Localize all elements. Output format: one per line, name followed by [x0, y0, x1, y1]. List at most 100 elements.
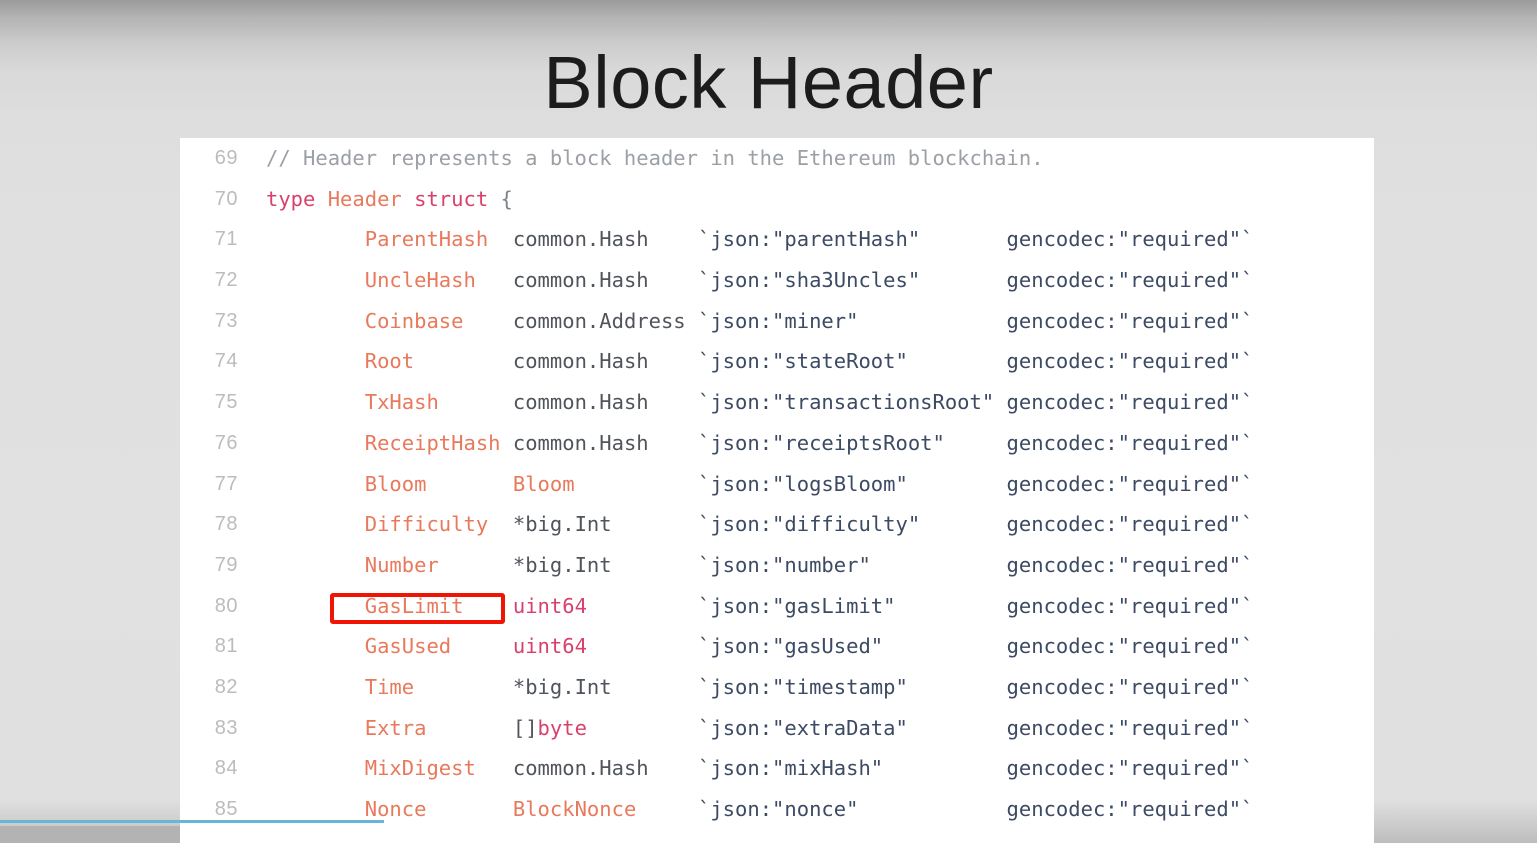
- code-line-text: ReceiptHash common.Hash `json:"receiptsR…: [266, 423, 1254, 464]
- code-token: `json:"transactionsRoot" gencodec:"requi…: [698, 390, 1254, 415]
- code-token: `json:"extraData" gencodec:"required"`: [698, 715, 1254, 740]
- code-block-panel: 69 // Header represents a block header in…: [180, 138, 1374, 843]
- code-line-text: GasUsed uint64 `json:"gasUsed" gencodec:…: [266, 626, 1254, 667]
- code-token: byte: [537, 715, 587, 740]
- code-token: BlockNonce: [512, 797, 637, 821]
- code-token: []: [512, 715, 538, 740]
- page-title: Block Header: [543, 41, 994, 124]
- code-line: 80 GasLimit uint64 `json:"gasLimit" genc…: [180, 586, 1374, 627]
- code-token: `json:"stateRoot" gencodec:"required"`: [698, 349, 1254, 374]
- code-token: `json:"gasUsed" gencodec:"required"`: [698, 634, 1254, 659]
- code-token: struct: [414, 186, 501, 211]
- line-number: 72: [214, 269, 238, 292]
- code-token: Bloom: [364, 471, 513, 496]
- code-token: Header: [327, 186, 415, 211]
- code-token: ParentHash: [364, 227, 513, 252]
- code-token: *big.Int: [512, 674, 698, 699]
- code-token: `json:"miner" gencodec:"required"`: [698, 308, 1254, 333]
- code-line: 73 Coinbase common.Address `json:"miner"…: [180, 301, 1374, 342]
- code-token: `json:"logsBloom" gencodec:"required"`: [698, 471, 1254, 496]
- code-token: MixDigest: [364, 756, 513, 781]
- code-line: 83 Extra []byte `json:"extraData" gencod…: [180, 708, 1374, 749]
- code-line-text: Difficulty *big.Int `json:"difficulty" g…: [266, 504, 1254, 545]
- code-token: `json:"receiptsRoot" gencodec:"required"…: [698, 430, 1254, 455]
- code-token: Coinbase: [364, 308, 513, 333]
- code-line: 77 Bloom Bloom `json:"logsBloom" gencode…: [180, 464, 1374, 505]
- code-token: *big.Int: [512, 552, 698, 577]
- line-number: 82: [214, 675, 238, 698]
- line-number: 78: [214, 513, 238, 536]
- code-line: 71 ParentHash common.Hash `json:"parentH…: [180, 219, 1374, 260]
- code-line: 75 TxHash common.Hash `json:"transaction…: [180, 382, 1374, 423]
- code-token: common.Hash: [512, 390, 698, 415]
- code-token: `json:"difficulty" gencodec:"required"`: [698, 512, 1254, 537]
- code-line-text: GasLimit uint64 `json:"gasLimit" gencode…: [266, 586, 1254, 627]
- code-token: GasUsed: [364, 634, 513, 659]
- code-token: {: [500, 186, 513, 211]
- code-line-text: Coinbase common.Address `json:"miner" ge…: [266, 301, 1254, 342]
- code-token: Nonce: [364, 797, 513, 821]
- line-number: 74: [214, 350, 238, 373]
- code-token: `json:"timestamp" gencodec:"required"`: [698, 674, 1254, 699]
- code-token: `json:"mixHash" gencodec:"required"`: [698, 756, 1254, 781]
- code-token: common.Hash: [512, 756, 698, 781]
- code-line: 79 Number *big.Int `json:"number" gencod…: [180, 545, 1374, 586]
- code-line-text: MixDigest common.Hash `json:"mixHash" ge…: [266, 748, 1254, 789]
- code-token: common.Hash: [512, 430, 698, 455]
- code-token: uint64: [512, 593, 587, 618]
- code-token: GasLimit: [364, 593, 513, 618]
- code-token: common.Hash: [512, 227, 698, 252]
- code-line-text: Extra []byte `json:"extraData" gencodec:…: [266, 708, 1254, 749]
- code-token: ReceiptHash: [364, 430, 513, 455]
- code-line: 81 GasUsed uint64 `json:"gasUsed" gencod…: [180, 626, 1374, 667]
- code-line: 82 Time *big.Int `json:"timestamp" genco…: [180, 667, 1374, 708]
- code-line: 84 MixDigest common.Hash `json:"mixHash"…: [180, 748, 1374, 789]
- code-line-text: type Header struct {: [266, 179, 513, 220]
- code-line: 74 Root common.Hash `json:"stateRoot" ge…: [180, 341, 1374, 382]
- line-number: 70: [214, 187, 238, 210]
- code-token: Difficulty: [364, 512, 513, 537]
- line-number: 79: [214, 553, 238, 576]
- code-token: Time: [364, 674, 513, 699]
- code-lines-container: 69 // Header represents a block header in…: [180, 138, 1374, 830]
- code-token: `json:"parentHash" gencodec:"required"`: [698, 227, 1254, 252]
- code-line-text: ParentHash common.Hash `json:"parentHash…: [266, 219, 1254, 260]
- bottom-strip: [0, 826, 180, 843]
- progress-fill: [0, 820, 385, 823]
- code-line: 72 UncleHash common.Hash `json:"sha3Uncl…: [180, 260, 1374, 301]
- line-number: 80: [214, 594, 238, 617]
- code-token: `json:"sha3Uncles" gencodec:"required"`: [698, 268, 1254, 293]
- code-token: common.Hash: [512, 349, 698, 374]
- code-line: 76 ReceiptHash common.Hash `json:"receip…: [180, 423, 1374, 464]
- code-line: 69 // Header represents a block header in…: [180, 138, 1374, 179]
- code-line-text: Time *big.Int `json:"timestamp" gencodec…: [266, 667, 1254, 708]
- code-line: 70 type Header struct {: [180, 179, 1374, 220]
- line-number: 84: [214, 757, 238, 780]
- code-token: *big.Int: [512, 512, 698, 537]
- line-number: 75: [214, 391, 238, 414]
- code-token: `json:"nonce" gencodec:"required"`: [698, 797, 1254, 821]
- code-token: `json:"gasLimit" gencodec:"required"`: [698, 593, 1254, 618]
- line-number: 77: [214, 472, 238, 495]
- code-token: TxHash: [364, 390, 513, 415]
- code-line-text: Bloom Bloom `json:"logsBloom" gencodec:"…: [266, 464, 1254, 505]
- code-line-text: TxHash common.Hash `json:"transactionsRo…: [266, 382, 1254, 423]
- line-number: 83: [214, 716, 238, 739]
- code-token: Bloom: [512, 471, 575, 496]
